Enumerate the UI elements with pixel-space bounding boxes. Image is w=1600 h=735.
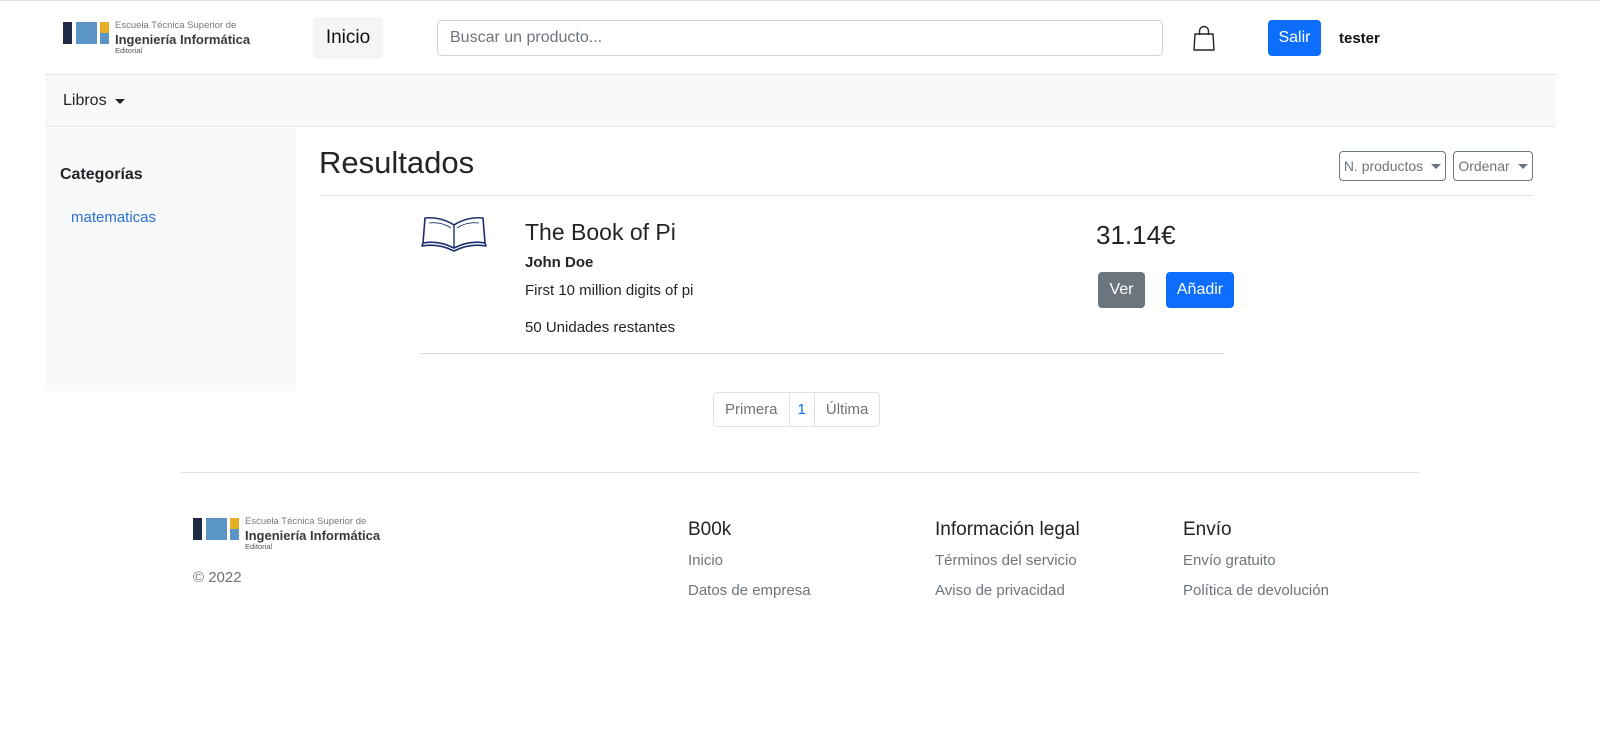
product-title[interactable]: The Book of Pi bbox=[525, 219, 676, 246]
open-book-icon bbox=[421, 216, 487, 252]
footer-link-envio-gratuito[interactable]: Envío gratuito bbox=[1183, 552, 1276, 569]
libros-dropdown[interactable]: Libros bbox=[63, 92, 125, 110]
logo-mark bbox=[193, 518, 239, 540]
pagination-last[interactable]: Última bbox=[814, 393, 880, 426]
site-logo[interactable]: Escuela Técnica Superior de Ingeniería I… bbox=[63, 21, 250, 54]
footer-heading-b00k: B00k bbox=[688, 519, 732, 540]
search-input[interactable] bbox=[437, 20, 1163, 56]
pagination-first[interactable]: Primera bbox=[714, 393, 790, 426]
username-label: tester bbox=[1339, 30, 1380, 47]
footer-link-terminos[interactable]: Términos del servicio bbox=[935, 552, 1077, 569]
home-link[interactable]: Inicio bbox=[313, 17, 383, 59]
category-link-matematicas[interactable]: matematicas bbox=[71, 209, 156, 226]
products-per-page-dropdown[interactable]: N. productos bbox=[1339, 151, 1446, 181]
caret-down-icon bbox=[1517, 163, 1528, 169]
product-description: First 10 million digits of pi bbox=[525, 282, 694, 299]
footer-divider bbox=[181, 472, 1419, 473]
footer-heading-envio: Envío bbox=[1183, 519, 1232, 540]
copyright: © 2022 bbox=[193, 569, 242, 586]
sort-label: Ordenar bbox=[1458, 158, 1510, 174]
category-navbar bbox=[45, 74, 1556, 127]
categories-title: Categorías bbox=[60, 166, 143, 183]
footer-logo: Escuela Técnica Superior de Ingeniería I… bbox=[193, 517, 380, 550]
caret-down-icon bbox=[1431, 163, 1442, 169]
logo-text: Escuela Técnica Superior de Ingeniería I… bbox=[245, 516, 381, 551]
page-title: Resultados bbox=[319, 145, 475, 180]
add-to-cart-button[interactable]: Añadir bbox=[1166, 272, 1234, 308]
divider bbox=[421, 353, 1224, 354]
libros-label: Libros bbox=[63, 92, 107, 109]
footer-heading-legal: Información legal bbox=[935, 519, 1080, 540]
caret-down-icon bbox=[114, 98, 125, 104]
product-price: 31.14€ bbox=[1096, 220, 1176, 250]
footer-link-devolucion[interactable]: Política de devolución bbox=[1183, 582, 1329, 599]
product-author: John Doe bbox=[525, 254, 594, 271]
pagination: Primera 1 Última bbox=[713, 392, 881, 427]
logo-text: Escuela Técnica Superior de Ingeniería I… bbox=[115, 20, 251, 55]
products-per-page-label: N. productos bbox=[1343, 158, 1424, 174]
footer-link-datos-empresa[interactable]: Datos de empresa bbox=[688, 582, 811, 599]
logo-mark bbox=[63, 22, 109, 44]
divider bbox=[319, 195, 1533, 196]
footer-link-inicio[interactable]: Inicio bbox=[688, 552, 723, 569]
view-product-button[interactable]: Ver bbox=[1098, 272, 1145, 308]
logout-button[interactable]: Salir bbox=[1268, 20, 1321, 56]
product-stock: 50 Unidades restantes bbox=[525, 319, 676, 336]
footer-link-privacidad[interactable]: Aviso de privacidad bbox=[935, 582, 1065, 599]
sort-dropdown[interactable]: Ordenar bbox=[1453, 151, 1533, 181]
pagination-page-1[interactable]: 1 bbox=[789, 393, 815, 426]
shopping-bag-icon[interactable] bbox=[1193, 25, 1215, 51]
